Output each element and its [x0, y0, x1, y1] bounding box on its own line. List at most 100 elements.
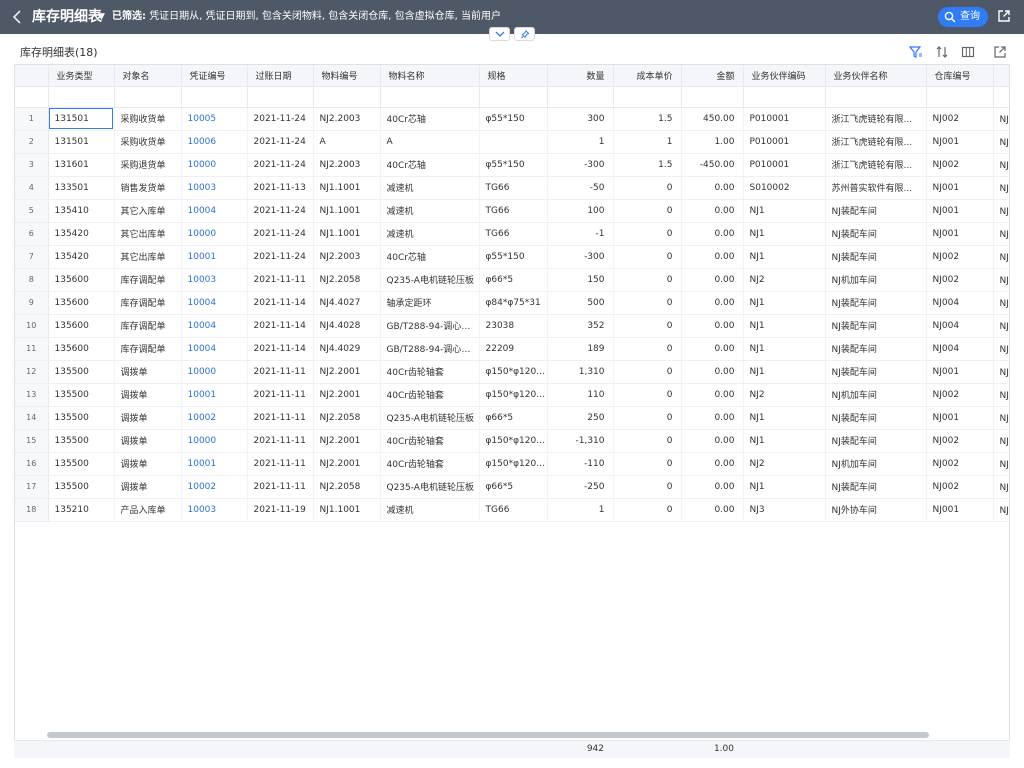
- column-header-partner_name[interactable]: 业务伙伴名称: [825, 65, 927, 87]
- column-header-spec[interactable]: 规格: [479, 65, 548, 87]
- cell-voucher[interactable]: 10001: [181, 245, 248, 269]
- sort-icon[interactable]: [935, 45, 949, 59]
- table-row[interactable]: 3 131601 采购退货单 10000 2021-11-24 NJ2.2003 40Cr芯…: [15, 153, 1009, 177]
- cell-voucher[interactable]: 10002: [181, 406, 248, 430]
- cell-type: 135210: [48, 498, 115, 522]
- cell-voucher[interactable]: 10000: [181, 153, 248, 177]
- column-filter-input-mat_code[interactable]: [313, 86, 381, 108]
- table-row[interactable]: 10 135600 库存调配单 10004 2021-11-14 NJ4.4028 GB/T…: [15, 314, 1009, 338]
- cell-obj: 采购退货单: [114, 153, 182, 177]
- column-filter-input-wh_name[interactable]: [993, 86, 1009, 108]
- collapse-filter-button[interactable]: [489, 27, 510, 41]
- cell-voucher[interactable]: 10000: [181, 429, 248, 453]
- column-filter-input-amount[interactable]: [681, 86, 744, 108]
- table-row[interactable]: 17 135500 调拨单 10002 2021-11-11 NJ2.2058 Q235-A…: [15, 475, 1009, 499]
- table-row[interactable]: 15 135500 调拨单 10000 2021-11-11 NJ2.2001 40Cr齿轮…: [15, 429, 1009, 453]
- table-row[interactable]: 1 131501 采购收货单 10005 2021-11-24 NJ2.2003 40Cr芯…: [15, 107, 1009, 131]
- cell-voucher[interactable]: 10004: [181, 291, 248, 315]
- cell-qty: 500: [547, 291, 614, 315]
- column-header-date[interactable]: 过账日期: [247, 65, 314, 87]
- column-filter-input-spec[interactable]: [479, 86, 548, 108]
- cell-voucher[interactable]: 10002: [181, 475, 248, 499]
- table-row[interactable]: 16 135500 调拨单 10001 2021-11-11 NJ2.2001 40Cr齿轮…: [15, 452, 1009, 476]
- cell-date: 2021-11-13: [247, 176, 314, 200]
- column-filter-input-date[interactable]: [247, 86, 314, 108]
- table-row[interactable]: 14 135500 调拨单 10002 2021-11-11 NJ2.2058 Q235-A…: [15, 406, 1009, 430]
- table-row[interactable]: 6 135420 其它出库单 10000 2021-11-24 NJ1.1001 减速机 TG…: [15, 222, 1009, 246]
- cell-voucher[interactable]: 10003: [181, 498, 248, 522]
- column-filter-input-qty[interactable]: [547, 86, 614, 108]
- cell-voucher[interactable]: 10006: [181, 130, 248, 154]
- cell-voucher[interactable]: 10003: [181, 176, 248, 200]
- cell-voucher[interactable]: 10001: [181, 452, 248, 476]
- table-row[interactable]: 12 135500 调拨单 10000 2021-11-11 NJ2.2001 40Cr齿轮…: [15, 360, 1009, 384]
- column-header-wh_code[interactable]: 仓库编号: [926, 65, 994, 87]
- cell-wh_name: NJ成: [993, 130, 1009, 154]
- cell-date: 2021-11-11: [247, 268, 314, 292]
- cell-mat_code: NJ2.2003: [313, 153, 381, 177]
- cell-amount: 0.00: [681, 245, 744, 269]
- column-filter-input-type[interactable]: [48, 86, 115, 108]
- cell-qty: 1,310: [547, 360, 614, 384]
- column-header-partner_code[interactable]: 业务伙伴编码: [743, 65, 826, 87]
- table-row[interactable]: 9 135600 库存调配单 10004 2021-11-14 NJ4.4027 轴承定距环…: [15, 291, 1009, 315]
- table-row[interactable]: 5 135410 其它入库单 10004 2021-11-24 NJ1.1001 减速机 TG…: [15, 199, 1009, 223]
- cell-spec: φ84*φ75*31: [479, 291, 548, 315]
- cell-voucher[interactable]: 10004: [181, 199, 248, 223]
- cell-qty: -300: [547, 245, 614, 269]
- column-header-unit_cost[interactable]: 成本单价: [613, 65, 682, 87]
- table-row[interactable]: 2 131501 采购收货单 10006 2021-11-24 A A 1 1 1.00 P0100…: [15, 130, 1009, 154]
- cell-date: 2021-11-11: [247, 452, 314, 476]
- column-filter-input-unit_cost[interactable]: [613, 86, 682, 108]
- table-row[interactable]: 11 135600 库存调配单 10004 2021-11-14 NJ4.4029 GB/T…: [15, 337, 1009, 361]
- cell-voucher[interactable]: 10004: [181, 314, 248, 338]
- column-filter-input-wh_code[interactable]: [926, 86, 994, 108]
- filter-icon[interactable]: [909, 45, 923, 59]
- cell-voucher[interactable]: 10000: [181, 360, 248, 384]
- column-header-type[interactable]: 业务类型: [48, 65, 115, 87]
- column-filter-input-partner_code[interactable]: [743, 86, 826, 108]
- table-row[interactable]: 18 135210 产品入库单 10003 2021-11-19 NJ1.1001 减速机 T…: [15, 498, 1009, 522]
- external-link-icon[interactable]: [997, 9, 1011, 23]
- column-filter-input-voucher[interactable]: [181, 86, 248, 108]
- page-title[interactable]: 库存明细表: [32, 8, 102, 26]
- cell-type: 135500: [48, 360, 115, 384]
- table-row[interactable]: 4 133501 销售发货单 10003 2021-11-13 NJ1.1001 减速机 TG…: [15, 176, 1009, 200]
- column-header-wh_name[interactable]: [993, 65, 1009, 87]
- cell-voucher[interactable]: 10000: [181, 222, 248, 246]
- cell-voucher[interactable]: 10004: [181, 337, 248, 361]
- column-header-amount[interactable]: 金额: [681, 65, 744, 87]
- cell-amount: 1.00: [681, 130, 744, 154]
- back-chevron-icon[interactable]: [8, 6, 26, 28]
- column-header-qty[interactable]: 数量: [547, 65, 614, 87]
- pin-button[interactable]: [514, 27, 535, 41]
- horizontal-scrollbar[interactable]: [47, 732, 929, 738]
- table-row[interactable]: 13 135500 调拨单 10001 2021-11-11 NJ2.2001 40Cr齿轮…: [15, 383, 1009, 407]
- cell-wh_code: NJ002: [926, 429, 994, 453]
- column-filter-input-partner_name[interactable]: [825, 86, 927, 108]
- cell-type: 135500: [48, 475, 115, 499]
- cell-unit_cost: 1.5: [613, 153, 682, 177]
- column-header-mat_code[interactable]: 物料编号: [313, 65, 381, 87]
- cell-amount: 0.00: [681, 452, 744, 476]
- column-header-obj[interactable]: 对象名: [114, 65, 182, 87]
- cell-wh_name: NJ五: [993, 337, 1009, 361]
- cell-voucher[interactable]: 10005: [181, 107, 248, 131]
- column-filter-input-obj[interactable]: [114, 86, 182, 108]
- cell-wh_name: NJ成: [993, 406, 1009, 430]
- columns-icon[interactable]: [961, 45, 975, 59]
- cell-voucher[interactable]: 10003: [181, 268, 248, 292]
- table-row[interactable]: 7 135420 其它出库单 10001 2021-11-24 NJ2.2003 40Cr芯…: [15, 245, 1009, 269]
- cell-wh_code: NJ004: [926, 291, 994, 315]
- cell-unit_cost: 0: [613, 245, 682, 269]
- column-header-voucher[interactable]: 凭证编号: [181, 65, 248, 87]
- cell-voucher[interactable]: 10001: [181, 383, 248, 407]
- title-dropdown-caret-icon[interactable]: ▼: [98, 9, 105, 25]
- export-icon[interactable]: [993, 45, 1007, 59]
- column-filter-input-mat_name[interactable]: [380, 86, 480, 108]
- column-header-mat_name[interactable]: 物料名称: [380, 65, 480, 87]
- cell-unit_cost: 1.5: [613, 107, 682, 131]
- query-button[interactable]: 查询: [938, 7, 988, 27]
- table-row[interactable]: 8 135600 库存调配单 10003 2021-11-11 NJ2.2058 Q235-…: [15, 268, 1009, 292]
- cell-partner_code: NJ2: [743, 383, 826, 407]
